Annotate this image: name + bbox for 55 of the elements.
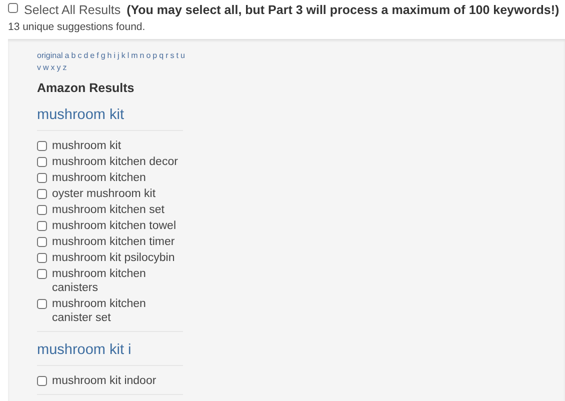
checkbox[interactable] bbox=[8, 3, 18, 13]
keyword-label: mushroom kitchen canister set bbox=[52, 297, 147, 326]
group-heading: mushroom kit i bbox=[37, 342, 132, 358]
group-heading: mushroom kit bbox=[37, 107, 124, 124]
letter-link[interactable]: k bbox=[121, 50, 126, 62]
keyword-label: mushroom kitchen decor bbox=[52, 155, 179, 170]
letter-link[interactable]: z bbox=[62, 62, 67, 74]
checkbox[interactable] bbox=[37, 205, 47, 216]
keyword-label: mushroom kit psilocybin bbox=[52, 251, 176, 266]
letter-link[interactable]: t bbox=[176, 50, 178, 62]
letter-link[interactable]: v bbox=[37, 62, 41, 74]
letter-link[interactable]: u bbox=[180, 50, 185, 62]
letter-link[interactable]: w bbox=[43, 62, 49, 74]
source-title: Amazon Results bbox=[37, 80, 134, 96]
keyword-label: mushroom kit indoor bbox=[52, 374, 158, 388]
letter-link[interactable]: h bbox=[107, 50, 112, 62]
checkbox[interactable] bbox=[37, 173, 47, 184]
letter-link[interactable]: n bbox=[140, 50, 144, 62]
letter-link[interactable]: q bbox=[159, 50, 164, 62]
checkbox[interactable] bbox=[37, 157, 47, 168]
select-all-label: Select All Results bbox=[24, 2, 121, 19]
letter-link[interactable]: original bbox=[37, 50, 63, 62]
letter-link[interactable]: r bbox=[166, 50, 168, 62]
letter-link[interactable]: b bbox=[71, 50, 76, 62]
letter-link[interactable]: p bbox=[152, 50, 158, 62]
checkbox[interactable] bbox=[37, 237, 47, 248]
checkbox[interactable] bbox=[37, 141, 47, 152]
letter-link[interactable]: x bbox=[50, 62, 55, 74]
letter-link[interactable]: c bbox=[78, 50, 82, 62]
letter-link[interactable]: e bbox=[90, 50, 95, 62]
letter-link[interactable]: m bbox=[131, 50, 138, 62]
keyword-label: mushroom kitchen bbox=[52, 171, 147, 186]
summary-text: 13 unique suggestions found. bbox=[7, 20, 146, 35]
select-all-note: (You may select all, but Part 3 will process a maximum of 100 keywords!) bbox=[126, 2, 560, 19]
keyword-label: mushroom kitchen timer bbox=[52, 235, 176, 250]
checkbox[interactable] bbox=[37, 189, 47, 200]
letter-link[interactable]: f bbox=[96, 50, 99, 62]
checkbox[interactable] bbox=[37, 221, 47, 232]
letter-link[interactable]: d bbox=[84, 50, 88, 62]
checkbox[interactable] bbox=[37, 253, 47, 264]
keyword-label: mushroom kitchen towel bbox=[52, 219, 177, 234]
keyword-label: mushroom kitchen set bbox=[52, 203, 166, 218]
letter-link[interactable]: a bbox=[64, 50, 70, 62]
checkbox[interactable] bbox=[37, 376, 47, 386]
keyword-label: oyster mushroom kit bbox=[52, 187, 157, 202]
checkbox[interactable] bbox=[37, 269, 47, 280]
letter-link[interactable]: o bbox=[146, 50, 151, 62]
checkbox[interactable] bbox=[37, 299, 47, 310]
letter-link[interactable]: y bbox=[56, 62, 61, 74]
letter-link[interactable]: l bbox=[127, 50, 130, 62]
keyword-label: mushroom kit bbox=[52, 139, 122, 154]
letter-link[interactable]: g bbox=[100, 50, 106, 62]
letter-link[interactable]: j bbox=[118, 50, 120, 62]
letter-link[interactable]: i bbox=[114, 50, 116, 62]
letter-link[interactable]: s bbox=[170, 50, 174, 62]
